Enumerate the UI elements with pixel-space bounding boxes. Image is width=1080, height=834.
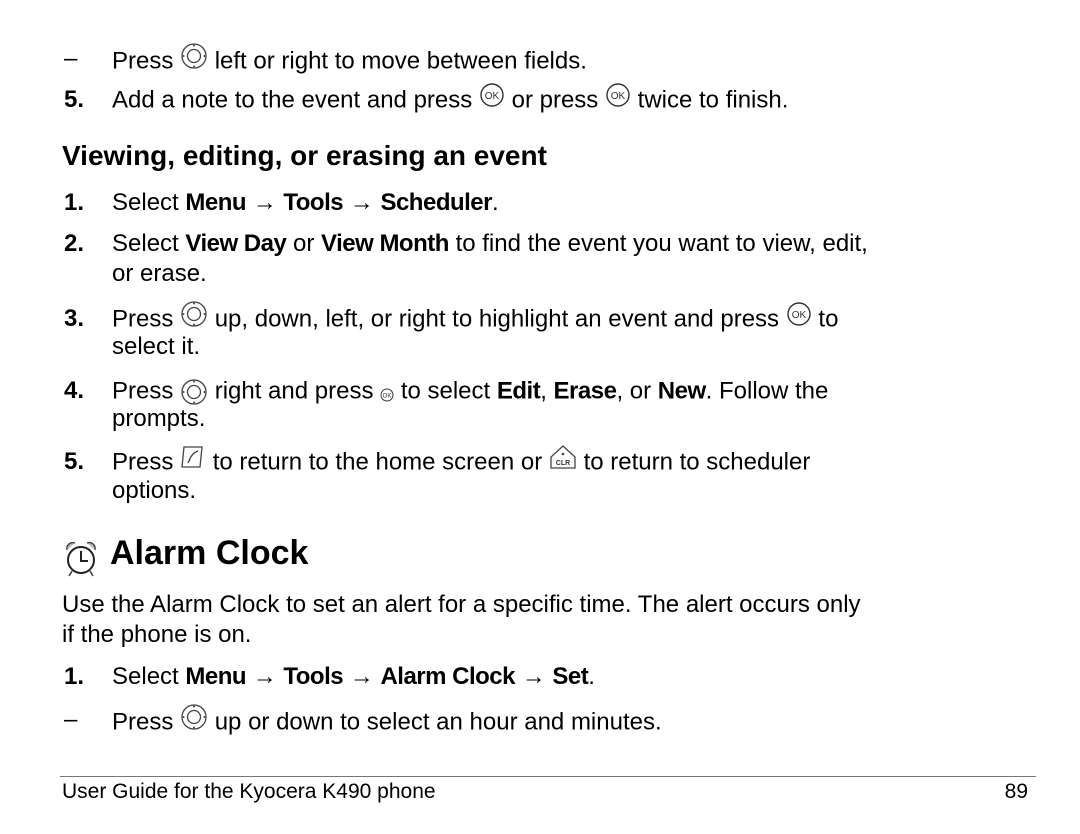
arrow: → [349,189,374,216]
step-line: 5. Press to return to the home screen or … [64,444,811,480]
menu-label: View Month [321,230,449,257]
svg-text:OK: OK [611,91,626,102]
step-line: 1. Select Menu → Tools → Alarm Clock → Se… [64,662,595,692]
page-number: 89 [1004,780,1028,803]
footer-title: User Guide for the Kyocera K490 phone [62,780,436,803]
arrow: → [252,189,277,216]
intro-text: if the phone is on. [62,621,252,648]
step-continuation: options. [112,477,197,504]
text: or press [511,86,599,114]
ok-key-icon: OK [786,301,812,335]
text: to select [400,377,491,405]
text: Press [112,47,174,75]
text: , [540,377,547,405]
ok-key-icon: OK [380,380,394,410]
step-line: 1. Select Menu → Tools → Scheduler. [64,188,499,218]
text: . Follow the [705,377,829,405]
text: . [588,663,595,690]
text: Press [112,708,174,736]
menu-label: Set [552,663,589,690]
menu-label: Scheduler [380,189,492,216]
end-key-icon [180,444,206,478]
menu-label: View Day [185,230,287,257]
step-number: 1. [64,663,85,690]
step-continuation: or erase. [112,260,207,287]
step-number: 5. [64,86,85,114]
step-number: 3. [64,305,85,333]
subheading: Viewing, editing, or erasing an event [62,140,547,171]
text: to return to scheduler [583,448,811,476]
menu-label: Tools [283,663,344,690]
text: , or [616,377,652,405]
ok-key-icon: OK [479,82,505,116]
dash-marker: – [64,45,78,72]
svg-text:CLR: CLR [556,460,570,467]
menu-label: Edit [496,377,541,405]
text: to [818,305,839,333]
text: Select [112,663,179,690]
text: to return to the home screen or [212,448,543,476]
step-number: 4. [64,377,85,405]
text: Press [112,305,174,333]
arrow: → [521,663,546,690]
menu-label: New [657,377,706,405]
footer-divider [60,776,1036,777]
text: Select [112,189,179,216]
menu-label: Tools [283,189,344,216]
clear-key-icon: CLR [549,444,577,478]
text: Press [112,448,174,476]
arrow: → [349,663,374,690]
step-number: 1. [64,189,85,216]
svg-text:OK: OK [383,394,392,400]
text: Add a note to the event and press [112,86,473,114]
menu-label: Menu [185,663,247,690]
step-number: 2. [64,230,85,257]
navigation-key-icon [180,300,208,336]
section-title: Alarm Clock [110,534,309,572]
navigation-key-icon [180,703,208,739]
ok-key-icon: OK [605,82,631,116]
menu-label: Menu [185,189,247,216]
text: twice to finish. [637,86,789,114]
navigation-key-icon [180,42,208,78]
text: . [492,189,499,216]
text: Select [112,230,179,257]
text: to find the event you want to view, edit… [455,230,868,257]
text: up, down, left, or right to highlight an… [214,305,780,333]
arrow: → [252,663,277,690]
step-number: 5. [64,448,85,476]
dash-marker: – [64,706,78,733]
intro-text: Use the Alarm Clock to set an alert for … [62,591,861,618]
svg-text:OK: OK [792,310,807,321]
text: Press [112,377,174,405]
text: right and press [214,377,374,405]
step-line: 2. Select View Day or View Month to find … [64,229,868,259]
menu-label: Erase [553,377,617,405]
step-continuation: prompts. [112,405,206,432]
step-continuation: select it. [112,333,201,360]
text: up or down to select an hour and minutes… [214,708,662,736]
alarm-clock-icon [64,540,98,583]
text: or [293,230,315,257]
text: left or right to move between fields. [214,47,587,75]
instruction-line: – Press left or right to move between fi… [64,42,587,80]
step-line: 5. Add a note to the event and press OK o… [64,82,789,118]
menu-label: Alarm Clock [380,663,516,690]
instruction-line: – Press up or down to select an hour and… [64,703,662,741]
svg-text:OK: OK [485,91,500,102]
